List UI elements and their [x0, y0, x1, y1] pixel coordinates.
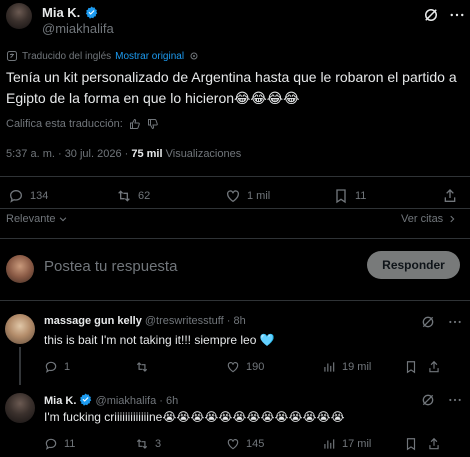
rate-translation-label: Califica esta traducción: [6, 118, 123, 130]
reply-author-avatar[interactable] [5, 314, 35, 344]
chevron-right-icon [450, 215, 455, 223]
heart-icon [227, 362, 239, 373]
reply-author-name[interactable]: massage gun kelly [44, 315, 142, 327]
divider [0, 300, 470, 301]
views-label: Visualizaciones [165, 148, 242, 160]
tweet-text: Tenía un kit personalizado de Argentina … [6, 69, 457, 106]
like-count: 145 [246, 438, 265, 450]
retweet-icon [136, 439, 148, 449]
translation-label: Traducido del inglés [22, 50, 112, 62]
grok-icon[interactable] [422, 6, 440, 24]
more-options-icon[interactable] [447, 314, 463, 330]
divider [0, 176, 470, 177]
reply-icon [9, 189, 23, 203]
retweet-count: 62 [138, 190, 151, 202]
retweet-button[interactable]: 3 [135, 437, 161, 451]
reply-input[interactable]: Postea tu respuesta [44, 258, 177, 275]
translation-settings-icon[interactable] [188, 50, 200, 62]
sort-label: Relevante [6, 213, 56, 225]
more-options-icon[interactable] [447, 392, 463, 408]
like-button[interactable]: 190 [226, 360, 264, 374]
retweet-button[interactable]: 62 [116, 188, 150, 204]
retweet-icon [118, 190, 130, 202]
reply-button[interactable]: 11 [44, 437, 75, 451]
user-avatar[interactable] [6, 255, 34, 283]
chevron-down-icon [59, 217, 66, 222]
author-handle[interactable]: @miakhalifa [42, 21, 114, 36]
grok-icon[interactable] [420, 314, 436, 330]
author-name-row[interactable]: Mia K. [42, 4, 98, 22]
bookmark-count: 11 [355, 190, 367, 202]
analytics-icon [324, 439, 335, 449]
thumbs-down-icon[interactable] [147, 118, 159, 130]
divider [0, 208, 470, 209]
reply-button[interactable]: 1 [44, 360, 70, 374]
share-icon[interactable] [427, 437, 441, 451]
share-icon[interactable] [427, 360, 441, 374]
timestamp[interactable]: 5:37 a. m. · 30 jul. 2026 · [6, 148, 128, 160]
like-count: 1 mil [247, 190, 271, 202]
reply-button[interactable]: 134 [8, 188, 48, 204]
reply-submit-button[interactable]: Responder [367, 251, 460, 279]
analytics-icon [324, 362, 335, 372]
show-original-link[interactable]: Mostrar original [115, 51, 184, 62]
sort-dropdown[interactable]: Relevante [6, 213, 68, 225]
bookmark-icon[interactable] [404, 360, 418, 374]
reply-text: I'm fucking criiiiiiiiiiiiine😭😭😭😭😭😭😭😭😭😭😭… [44, 410, 345, 424]
reply-author-avatar[interactable] [5, 393, 35, 423]
bookmark-icon [336, 189, 346, 204]
view-quotes-label: Ver citas [401, 213, 444, 225]
verified-badge-icon [80, 393, 92, 406]
reply-text: this is bait I'm not taking it!!! siempr… [44, 333, 275, 347]
reply-author-handle[interactable]: @miakhalifa · 6h [96, 395, 179, 407]
views-count: 17 mil [342, 438, 372, 450]
reply-count: 134 [30, 190, 49, 202]
retweet-count: 3 [155, 438, 162, 450]
author-name[interactable]: Mia K. [42, 5, 80, 20]
tweet-meta: 5:37 a. m. · 30 jul. 2026 · 75 mil Visua… [6, 148, 241, 160]
like-count: 190 [246, 361, 265, 373]
reply-header: massage gun kelly @treswritesstuff · 8h [44, 315, 246, 327]
translate-icon [7, 51, 17, 61]
reply-author-handle[interactable]: @treswritesstuff · 8h [145, 315, 246, 327]
reply-icon [45, 361, 57, 373]
thumbs-up-icon[interactable] [129, 118, 141, 130]
reply-count: 1 [64, 361, 71, 373]
views-count: 19 mil [342, 361, 372, 373]
more-options-icon[interactable] [448, 6, 466, 24]
verified-badge-icon [85, 6, 97, 19]
reply-author-name[interactable]: Mia K. [44, 395, 76, 407]
author-avatar[interactable] [6, 3, 32, 29]
retweet-icon [136, 362, 148, 372]
thread-line [19, 347, 21, 385]
heart-icon [227, 439, 239, 450]
like-button[interactable]: 1 mil [225, 188, 270, 204]
bookmark-button[interactable]: 11 [333, 188, 366, 204]
views-button[interactable]: 17 mil [322, 437, 371, 451]
reply-count: 11 [64, 438, 76, 450]
view-quotes-link[interactable]: Ver citas [401, 213, 457, 225]
views-count: 75 mil [131, 148, 163, 160]
reply-icon [45, 438, 57, 450]
rate-translation: Califica esta traducción: [6, 118, 159, 130]
divider [0, 238, 470, 239]
views-button[interactable]: 19 mil [322, 360, 371, 374]
share-icon[interactable] [442, 188, 458, 204]
reply-header: Mia K. @miakhalifa · 6h [44, 393, 178, 407]
bookmark-icon[interactable] [404, 437, 418, 451]
translation-note: Traducido del inglés Mostrar original [6, 50, 200, 62]
retweet-button[interactable] [135, 360, 149, 374]
like-button[interactable]: 145 [226, 437, 264, 451]
grok-icon[interactable] [420, 392, 436, 408]
heart-icon [227, 190, 239, 203]
